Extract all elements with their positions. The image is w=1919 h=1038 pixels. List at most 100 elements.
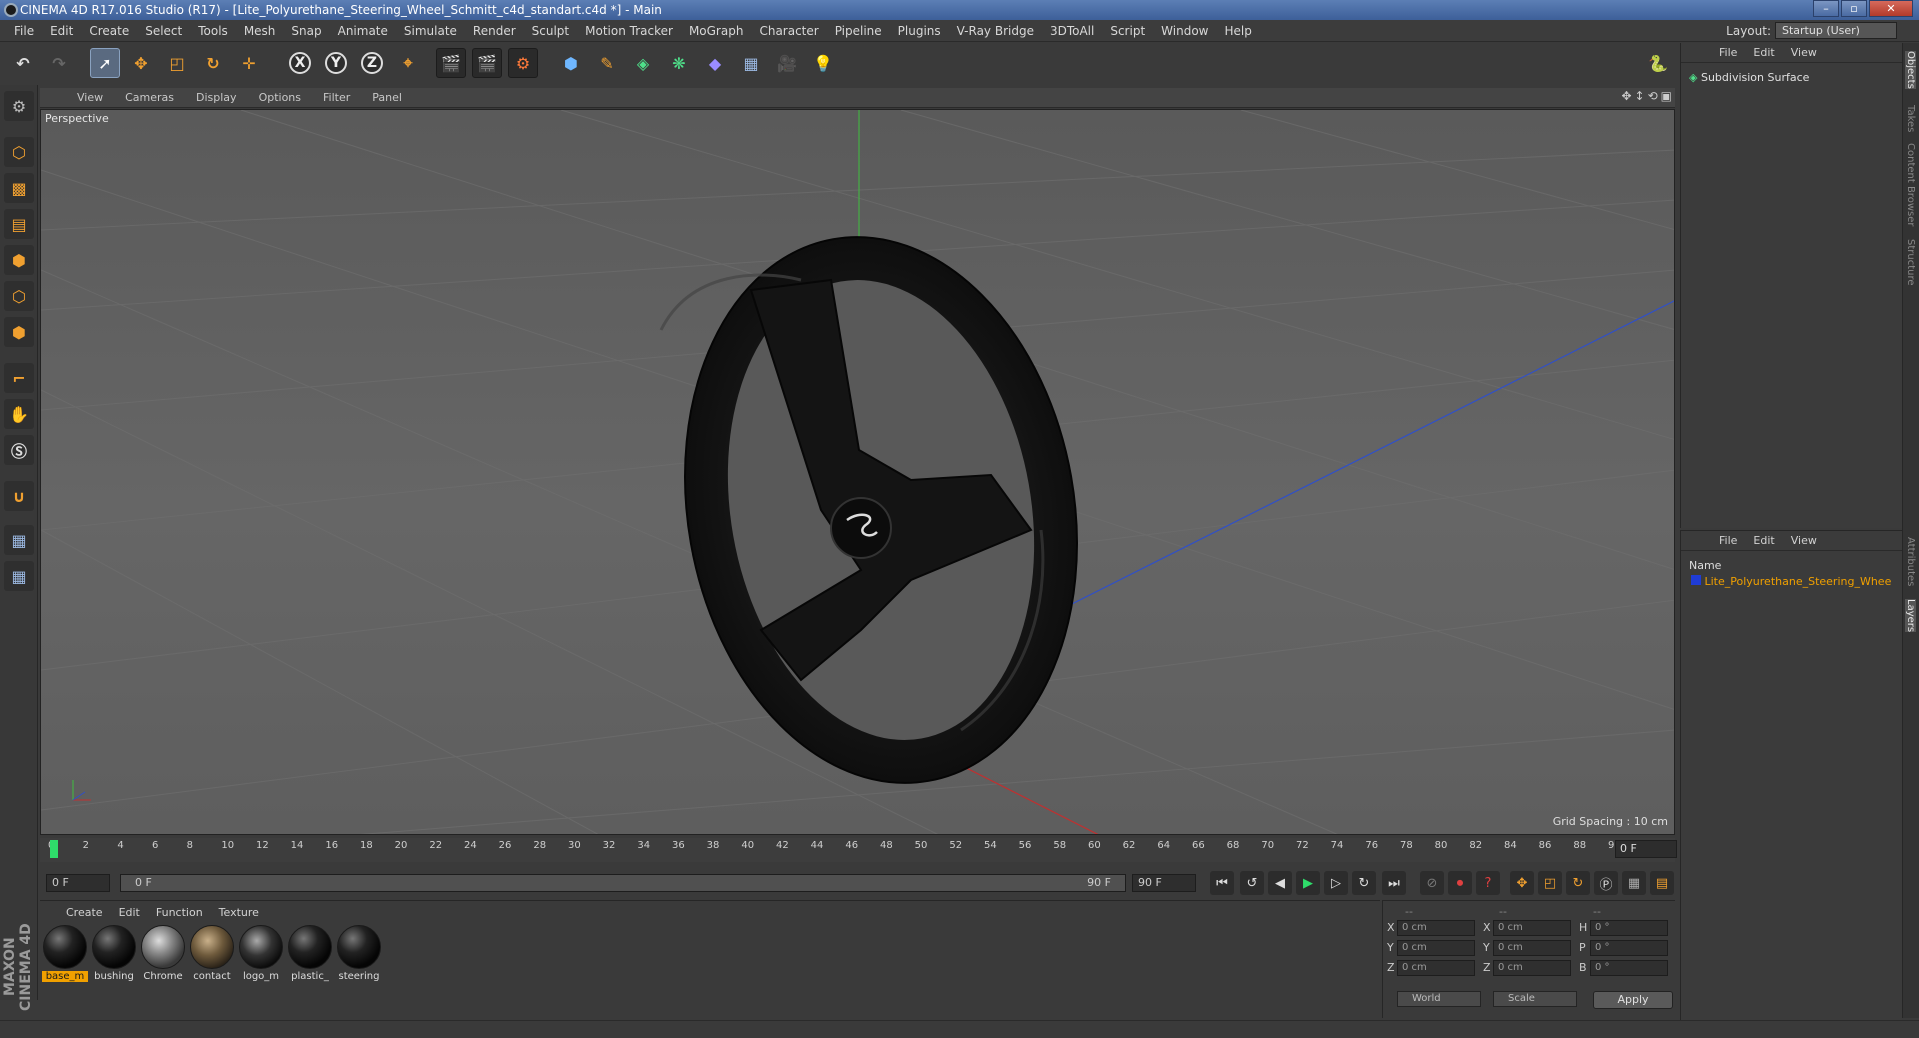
mat-menu-texture[interactable]: Texture (211, 906, 267, 919)
subdivision-surface-icon[interactable]: ◈ (628, 48, 658, 78)
key-parameter-icon[interactable]: Ⓟ (1594, 871, 1618, 895)
tab-takes[interactable]: Takes (1905, 105, 1916, 132)
rotation-h-field[interactable]: 0 ° (1590, 920, 1668, 936)
z-axis-lock[interactable]: Z (357, 48, 387, 78)
redo-icon[interactable]: ↷ (44, 48, 74, 78)
position-y-field[interactable]: 0 cm (1397, 940, 1475, 956)
render-view-icon[interactable]: 🎬 (436, 48, 466, 78)
size-y-field[interactable]: 0 cm (1493, 940, 1571, 956)
timeline-ruler[interactable]: 0246810121416182022242628303234363840424… (40, 838, 1677, 862)
layout-dropdown[interactable]: Startup (User) (1775, 22, 1897, 39)
x-axis-lock[interactable]: X (285, 48, 315, 78)
model-mode-icon[interactable]: ⬡ (4, 137, 34, 167)
keyframe-selection-icon[interactable]: ? (1476, 871, 1500, 895)
apply-button[interactable]: Apply (1593, 991, 1673, 1009)
maximize-icon[interactable]: ▫ (1841, 0, 1867, 17)
mat-menu-edit[interactable]: Edit (111, 906, 148, 919)
layer-menu-edit[interactable]: Edit (1745, 534, 1782, 547)
obj-menu-edit[interactable]: Edit (1745, 46, 1782, 59)
next-key-icon[interactable]: ↻ (1352, 871, 1376, 895)
key-pla-icon[interactable]: ▦ (1622, 871, 1646, 895)
play-icon[interactable]: ▶ (1296, 871, 1320, 895)
size-z-field[interactable]: 0 cm (1493, 960, 1571, 976)
viewport-nav-controls[interactable]: ✥↕⟲▣ (1621, 89, 1675, 103)
menu-pipeline[interactable]: Pipeline (827, 24, 890, 38)
position-x-field[interactable]: 0 cm (1397, 920, 1475, 936)
menu-character[interactable]: Character (751, 24, 826, 38)
end-frame-field[interactable]: 90 F (1132, 874, 1196, 892)
menu-script[interactable]: Script (1102, 24, 1153, 38)
edges-mode-icon[interactable]: ⬡ (4, 281, 34, 311)
mat-menu-function[interactable]: Function (148, 906, 211, 919)
render-picture-viewer-icon[interactable]: 🎬 (472, 48, 502, 78)
material-swatch[interactable]: logo_m (238, 925, 284, 982)
menu-select[interactable]: Select (137, 24, 190, 38)
prev-frame-icon[interactable]: ◀ (1268, 871, 1292, 895)
material-swatch[interactable]: contact (189, 925, 235, 982)
menu-vray-bridge[interactable]: V-Ray Bridge (949, 24, 1042, 38)
floor-icon[interactable]: ▦ (736, 48, 766, 78)
menu-window[interactable]: Window (1153, 24, 1216, 38)
workplane-icon[interactable]: ▤ (4, 209, 34, 239)
obj-menu-file[interactable]: File (1711, 46, 1745, 59)
minimize-icon[interactable]: – (1813, 0, 1839, 17)
perspective-viewport[interactable]: Perspective Grid Spacing : 10 cm (40, 109, 1675, 835)
record-keys-icon[interactable]: ⊘ (1420, 871, 1444, 895)
rotation-b-field[interactable]: 0 ° (1590, 960, 1668, 976)
solo-icon[interactable]: Ⓢ (4, 435, 34, 465)
coordinate-system-icon[interactable]: ⌖ (393, 48, 423, 78)
obj-menu-view[interactable]: View (1783, 46, 1825, 59)
tab-structure[interactable]: Structure (1905, 239, 1916, 286)
menu-animate[interactable]: Animate (330, 24, 396, 38)
menu-edit[interactable]: Edit (42, 24, 81, 38)
layer-row[interactable]: Lite_Polyurethane_Steering_Whee (1691, 575, 1891, 588)
python-icon[interactable]: 🐍 (1643, 48, 1673, 78)
render-settings-icon[interactable]: ⚙ (508, 48, 538, 78)
material-swatch[interactable]: plastic_ (287, 925, 333, 982)
menu-tools[interactable]: Tools (190, 24, 236, 38)
material-swatch[interactable]: base_m (42, 925, 88, 982)
material-swatch[interactable]: Chrome (140, 925, 186, 982)
select-tool-icon[interactable]: ➚ (90, 48, 120, 78)
goto-end-icon[interactable]: ⏭ (1382, 871, 1406, 895)
menu-mesh[interactable]: Mesh (236, 24, 284, 38)
snap-magnet-icon[interactable]: ∪ (4, 481, 34, 511)
scale-tool-icon[interactable]: ◰ (162, 48, 192, 78)
menu-help[interactable]: Help (1216, 24, 1259, 38)
material-swatch[interactable]: steering (336, 925, 382, 982)
size-x-field[interactable]: 0 cm (1493, 920, 1571, 936)
menu-render[interactable]: Render (465, 24, 524, 38)
menu-3dtoall[interactable]: 3DToAll (1042, 24, 1102, 38)
vp-menu-view[interactable]: View (66, 91, 114, 104)
points-mode-icon[interactable]: ⬢ (4, 245, 34, 275)
position-z-field[interactable]: 0 cm (1397, 960, 1475, 976)
vp-menu-panel[interactable]: Panel (361, 91, 413, 104)
layer-menu-view[interactable]: View (1783, 534, 1825, 547)
menu-mograph[interactable]: MoGraph (681, 24, 752, 38)
playhead-marker[interactable] (50, 840, 58, 858)
vp-menu-display[interactable]: Display (185, 91, 248, 104)
deformer-icon[interactable]: ◆ (700, 48, 730, 78)
cloner-icon[interactable]: ❋ (664, 48, 694, 78)
object-row[interactable]: ◈ Subdivision Surface (1689, 71, 1809, 84)
menu-simulate[interactable]: Simulate (396, 24, 465, 38)
polygons-mode-icon[interactable]: ⬢ (4, 317, 34, 347)
prev-key-icon[interactable]: ↺ (1240, 871, 1264, 895)
mat-menu-create[interactable]: Create (58, 906, 111, 919)
menu-sculpt[interactable]: Sculpt (524, 24, 577, 38)
menu-plugins[interactable]: Plugins (890, 24, 949, 38)
key-position-icon[interactable]: ✥ (1510, 871, 1534, 895)
next-frame-icon[interactable]: ▷ (1324, 871, 1348, 895)
autokey-icon[interactable]: ⏺ (1448, 871, 1472, 895)
rotate-tool-icon[interactable]: ↻ (198, 48, 228, 78)
goto-start-icon[interactable]: ⏮ (1210, 871, 1234, 895)
tab-layers[interactable]: Layers (1905, 599, 1916, 633)
live-selection-icon[interactable]: ✛ (234, 48, 264, 78)
key-rotation-icon[interactable]: ↻ (1566, 871, 1590, 895)
vp-menu-options[interactable]: Options (248, 91, 312, 104)
coord-mode-dropdown[interactable]: Scale (1493, 991, 1577, 1007)
y-axis-lock[interactable]: Y (321, 48, 351, 78)
material-swatch[interactable]: bushing (91, 925, 137, 982)
tab-content-browser[interactable]: Content Browser (1905, 143, 1916, 226)
camera-icon[interactable]: 🎥 (772, 48, 802, 78)
